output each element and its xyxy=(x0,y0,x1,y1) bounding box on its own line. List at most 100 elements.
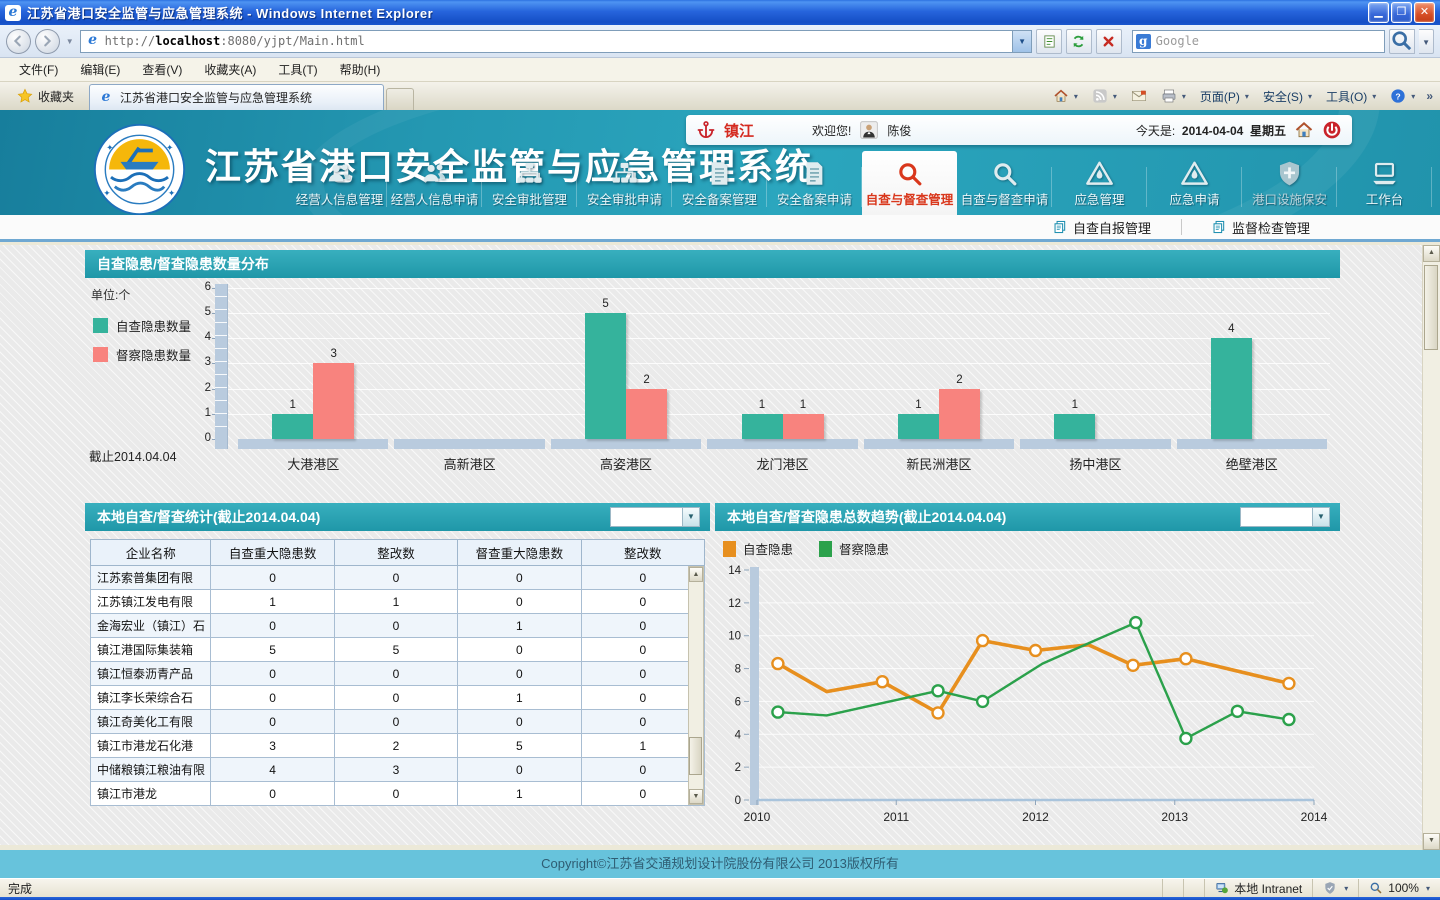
trend-point xyxy=(1128,660,1139,671)
home-button[interactable] xyxy=(1047,84,1084,108)
doc-icon xyxy=(706,157,733,187)
nav-item-2[interactable]: 经营人信息申请 xyxy=(387,151,482,215)
table-scrollbar[interactable]: ▲ ▼ xyxy=(688,566,704,805)
table-cell: 0 xyxy=(211,614,334,638)
menu-item-0[interactable]: 文件(F) xyxy=(8,57,69,82)
nav-item-8[interactable]: 自查与督查申请 xyxy=(957,151,1052,215)
table-cell: 4 xyxy=(211,758,334,782)
stats-column-header-4: 整改数 xyxy=(581,540,704,566)
scroll-thumb[interactable] xyxy=(689,737,702,775)
trend-point xyxy=(977,696,988,707)
menu-item-4[interactable]: 工具(T) xyxy=(267,57,328,82)
help-button[interactable]: ? xyxy=(1384,84,1421,108)
address-dropdown-button[interactable]: ▼ xyxy=(1012,31,1031,52)
y-axis-wall-segment xyxy=(215,335,227,336)
bar-chart-unit-label: 单位:个 xyxy=(91,286,130,303)
stats-period-select[interactable]: ▼ xyxy=(610,507,700,527)
page-scroll-thumb[interactable] xyxy=(1424,265,1438,350)
close-button[interactable]: ✕ xyxy=(1414,2,1435,23)
avatar-icon xyxy=(859,120,879,140)
nav-item-4[interactable]: 安全审批申请 xyxy=(577,151,672,215)
favorites-button[interactable]: 收藏夹 xyxy=(8,84,83,108)
nav-item-label: 应急申请 xyxy=(1169,189,1219,208)
trend-point xyxy=(1180,733,1191,744)
menu-item-2[interactable]: 查看(V) xyxy=(131,57,193,82)
nav-item-9[interactable]: 应急管理 xyxy=(1052,151,1147,215)
tools-menu-button[interactable]: 工具(O) xyxy=(1320,84,1382,108)
nav-item-10[interactable]: 应急申请 xyxy=(1147,151,1242,215)
table-cell: 5 xyxy=(211,638,334,662)
search-icon xyxy=(896,157,923,187)
minimize-button[interactable]: ▁ xyxy=(1368,2,1389,23)
table-row: 镇江李长荣综合石0010 xyxy=(91,686,705,710)
svg-text:✦: ✦ xyxy=(166,143,173,153)
page-scroll-up-button[interactable]: ▲ xyxy=(1423,245,1440,262)
page-scroll-down-button[interactable]: ▼ xyxy=(1423,833,1440,850)
menu-item-5[interactable]: 帮助(H) xyxy=(329,57,392,82)
tab-title: 江苏省港口安全监管与应急管理系统 xyxy=(120,89,312,106)
svg-text:2013: 2013 xyxy=(1161,810,1188,824)
menu-item-1[interactable]: 编辑(E) xyxy=(69,57,131,82)
scroll-up-button[interactable]: ▲ xyxy=(689,567,703,582)
gridline xyxy=(228,313,1330,314)
safety-menu-button[interactable]: 安全(S) xyxy=(1257,84,1318,108)
address-input[interactable]: e http://localhost:8080/yjpt/Main.html ▼ xyxy=(80,30,1032,53)
restore-button[interactable]: ❐ xyxy=(1391,2,1412,23)
protected-mode-button[interactable] xyxy=(1312,879,1358,897)
bar-自查隐患数量-扬中港区 xyxy=(1054,414,1095,439)
feeds-button[interactable] xyxy=(1086,84,1123,108)
nav-item-7[interactable]: 自查与督查管理 xyxy=(862,151,957,215)
compatibility-button[interactable] xyxy=(1036,29,1062,54)
toolbar-overflow-button[interactable]: » xyxy=(1423,89,1436,103)
nav-item-12[interactable]: 工作台 xyxy=(1337,151,1432,215)
bar-督察隐患数量-龙门港区 xyxy=(783,414,824,439)
history-dropdown[interactable]: ▼ xyxy=(64,37,76,46)
nav-item-11[interactable]: 港口设施保安 xyxy=(1242,151,1337,215)
star-icon xyxy=(17,88,33,104)
new-tab-button[interactable] xyxy=(386,88,414,110)
subnav-item-1[interactable]: 自查自报管理 xyxy=(1023,218,1181,237)
table-cell: 0 xyxy=(211,710,334,734)
search-button[interactable] xyxy=(1389,29,1415,54)
nav-item-1[interactable]: 经营人信息管理 xyxy=(292,151,387,215)
page-menu-button[interactable]: 页面(P) xyxy=(1194,84,1255,108)
back-button[interactable] xyxy=(6,29,31,54)
stop-button[interactable] xyxy=(1096,29,1122,54)
bar-value-label: 1 xyxy=(750,399,774,411)
nav-item-label: 自查与督查管理 xyxy=(866,189,954,208)
mail-button[interactable] xyxy=(1125,84,1153,108)
city-label: 镇江 xyxy=(724,120,754,141)
print-button[interactable] xyxy=(1155,84,1192,108)
nav-item-6[interactable]: 安全备案申请 xyxy=(767,151,862,215)
trend-point xyxy=(1283,678,1294,689)
portal-home-button[interactable] xyxy=(1294,120,1314,140)
favorites-label: 收藏夹 xyxy=(38,88,74,105)
zoom-control[interactable]: 100% xyxy=(1358,879,1440,897)
nav-item-label: 经营人信息管理 xyxy=(296,189,384,208)
table-cell: 0 xyxy=(581,782,704,806)
subnav-item-2[interactable]: 监督检查管理 xyxy=(1182,218,1340,237)
table-cell: 镇江市港龙石化港 xyxy=(91,734,211,758)
trend-point xyxy=(1180,653,1191,664)
page-scrollbar[interactable]: ▲ ▼ xyxy=(1422,245,1440,850)
svg-text:8: 8 xyxy=(735,664,741,676)
browser-tab[interactable]: e 江苏省港口安全监管与应急管理系统 xyxy=(89,84,384,110)
search-input[interactable]: g Google xyxy=(1132,30,1386,53)
forward-button[interactable] xyxy=(35,29,60,54)
refresh-icon xyxy=(1071,34,1086,49)
x-axis-category-label: 绝壁港区 xyxy=(1182,454,1322,473)
trend-point xyxy=(1030,645,1041,656)
refresh-button[interactable] xyxy=(1066,29,1092,54)
search-options-dropdown[interactable]: ▼ xyxy=(1419,29,1434,54)
menu-item-3[interactable]: 收藏夹(A) xyxy=(193,57,267,82)
y-axis-tick-label: 0 xyxy=(189,432,211,444)
subnav-item-label: 监督检查管理 xyxy=(1232,218,1310,237)
trend-period-select[interactable]: ▼ xyxy=(1240,507,1330,527)
nav-item-3[interactable]: 安全审批管理 xyxy=(482,151,577,215)
scroll-down-button[interactable]: ▼ xyxy=(689,789,703,804)
status-bar: 完成 本地 Intranet 100% xyxy=(0,878,1440,897)
trend-point xyxy=(772,707,783,718)
logout-button[interactable] xyxy=(1322,120,1342,140)
nav-item-5[interactable]: 安全备案管理 xyxy=(672,151,767,215)
trend-point xyxy=(772,658,783,669)
